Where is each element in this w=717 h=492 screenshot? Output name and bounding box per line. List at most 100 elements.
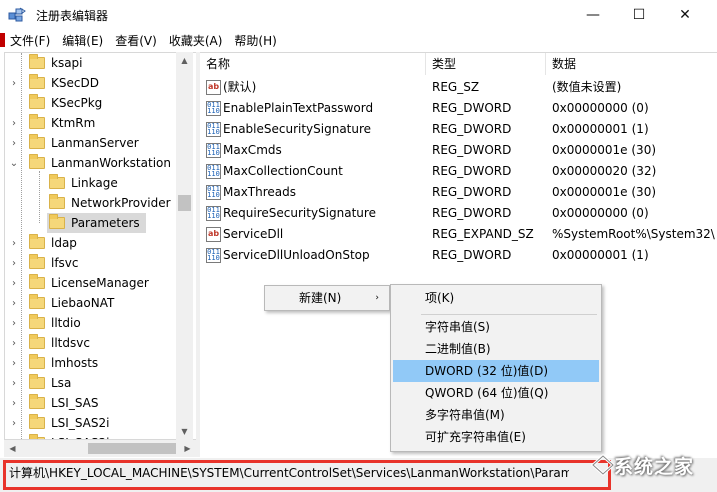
tree-item-label: LanmanWorkstation <box>51 156 171 170</box>
submenu-item[interactable]: 字符串值(S) <box>393 316 599 338</box>
tree-item[interactable]: Linkage <box>49 173 118 193</box>
close-button[interactable]: ✕ <box>662 0 708 30</box>
expand-chevron-icon[interactable]: › <box>9 298 19 309</box>
value-type-cell: REG_DWORD <box>432 101 512 115</box>
menu-view[interactable]: 查看(V) <box>109 30 163 52</box>
tree-item-label: ldap <box>51 236 77 250</box>
expand-chevron-icon[interactable]: › <box>9 418 19 429</box>
tree-item[interactable]: › lfsvc <box>12 253 79 273</box>
tree-item[interactable]: ›LSI_SAS3i <box>12 433 109 439</box>
value-data-cell: (数值未设置) <box>552 80 622 94</box>
value-type-cell: REG_EXPAND_SZ <box>432 227 534 241</box>
submenu-item[interactable]: 可扩充字符串值(E) <box>393 426 599 448</box>
registry-key-tree[interactable]: ksapi › KSecDD KSecPkg › KtmRm › LanmanServer ⌄ L… <box>4 52 196 440</box>
scroll-down-arrow-icon[interactable]: ▼ <box>176 423 193 440</box>
tree-item[interactable]: › KSecDD <box>12 73 99 93</box>
tree-item[interactable]: › lltdsvc <box>12 333 90 353</box>
value-row[interactable]: 011 110 EnablePlainTextPassword REG_DWORD 0x… <box>200 98 717 119</box>
minimize-button[interactable]: — <box>570 0 616 30</box>
context-menu-new[interactable]: 新建(N) › <box>267 287 387 309</box>
value-name-cell: ServiceDll <box>223 227 284 241</box>
tree-item[interactable]: › ldap <box>12 233 77 253</box>
expand-chevron-icon[interactable]: › <box>9 118 19 129</box>
submenu-item[interactable]: DWORD (32 位)值(D) <box>393 360 599 382</box>
tree-item[interactable]: › LiebaoNAT <box>12 293 114 313</box>
tree-item[interactable]: › LSI_SAS <box>12 393 99 413</box>
menu-edit[interactable]: 编辑(E) <box>56 30 109 52</box>
tree-item[interactable]: NetworkProvider <box>49 193 171 213</box>
tree-horizontal-scrollbar[interactable]: ◀ ▶ <box>4 440 196 457</box>
scroll-up-arrow-icon[interactable]: ▲ <box>176 52 193 69</box>
value-name-cell: (默认) <box>223 80 257 94</box>
submenu-item[interactable]: 二进制值(B) <box>393 338 599 360</box>
value-row[interactable]: ab (默认) REG_SZ (数值未设置) <box>200 77 717 98</box>
expand-chevron-icon[interactable]: › <box>9 398 19 409</box>
value-name-cell: MaxThreads <box>223 185 297 199</box>
value-row[interactable]: 011 110 ServiceDllUnloadOnStop REG_DWORD 0x0… <box>200 245 717 266</box>
expand-chevron-icon[interactable]: › <box>9 238 19 249</box>
value-row[interactable]: ab ServiceDll REG_EXPAND_SZ %SystemRoot%\Sy… <box>200 224 717 245</box>
menu-favorites[interactable]: 收藏夹(A) <box>163 30 229 52</box>
value-name-cell: MaxCollectionCount <box>223 164 343 178</box>
scroll-right-arrow-icon[interactable]: ▶ <box>179 440 196 457</box>
tree-guide-line <box>21 53 22 439</box>
string-value-icon: ab <box>206 227 221 242</box>
expand-chevron-icon[interactable]: › <box>9 258 19 269</box>
value-name-cell: MaxCmds <box>223 143 282 157</box>
tree-item[interactable]: › LSI_SAS2i <box>12 413 109 433</box>
value-name-cell: RequireSecuritySignature <box>223 206 376 220</box>
column-header-name[interactable]: 名称 <box>200 53 426 75</box>
folder-icon <box>29 154 45 169</box>
tree-item-label: Linkage <box>71 176 118 190</box>
folder-icon <box>29 254 45 269</box>
submenu-item-key[interactable]: 项(K) <box>393 287 599 309</box>
folder-icon <box>29 354 45 369</box>
value-row[interactable]: 011 110 MaxCmds REG_DWORD 0x0000001e (30) <box>200 140 717 161</box>
menu-file[interactable]: 文件(F) <box>4 30 56 52</box>
expand-chevron-icon[interactable]: › <box>9 278 19 289</box>
column-header-type[interactable]: 类型 <box>426 53 546 75</box>
tree-item[interactable]: ksapi <box>29 53 83 73</box>
scroll-left-arrow-icon[interactable]: ◀ <box>4 440 21 457</box>
tree-guide-line <box>39 171 40 223</box>
expand-chevron-icon[interactable]: › <box>9 318 19 329</box>
tree-item-label: LSI_SAS <box>51 396 99 410</box>
value-row[interactable]: 011 110 MaxCollectionCount REG_DWORD 0x00000… <box>200 161 717 182</box>
tree-scroll-thumb[interactable] <box>178 195 191 211</box>
expand-chevron-icon[interactable]: › <box>9 78 19 89</box>
close-icon: ✕ <box>679 7 691 23</box>
tree-hscroll-thumb[interactable] <box>88 443 176 454</box>
tree-item[interactable]: Parameters <box>47 213 146 233</box>
value-type-cell: REG_DWORD <box>432 164 512 178</box>
collapse-chevron-icon[interactable]: ⌄ <box>9 158 19 169</box>
maximize-button[interactable]: ☐ <box>616 0 662 30</box>
expand-chevron-icon[interactable]: › <box>9 338 19 349</box>
context-menu-new-label: 新建(N) <box>299 291 342 305</box>
tree-item[interactable]: ⌄ LanmanWorkstation <box>10 153 171 173</box>
tree-item[interactable]: › Lsa <box>12 373 71 393</box>
tree-item-label: lmhosts <box>51 356 99 370</box>
tree-item[interactable]: › lltdio <box>12 313 81 333</box>
column-header-data[interactable]: 数据 <box>546 53 717 75</box>
tree-item[interactable]: › KtmRm <box>12 113 95 133</box>
folder-icon <box>29 334 45 349</box>
tree-vertical-scrollbar[interactable]: ▲ ▼ <box>176 52 193 440</box>
value-row[interactable]: 011 110 RequireSecuritySignature REG_DWORD 0… <box>200 203 717 224</box>
value-row[interactable]: 011 110 MaxThreads REG_DWORD 0x0000001e (30) <box>200 182 717 203</box>
tree-item[interactable]: KSecPkg <box>29 93 102 113</box>
submenu-item[interactable]: 多字符串值(M) <box>393 404 599 426</box>
binary-value-icon: 011 110 <box>206 248 221 263</box>
expand-chevron-icon[interactable]: › <box>9 358 19 369</box>
watermark-text: 系统之家 <box>614 456 695 478</box>
tree-item[interactable]: › LicenseManager <box>12 273 149 293</box>
value-name-cell: EnableSecuritySignature <box>223 122 372 136</box>
expand-chevron-icon[interactable]: › <box>9 378 19 389</box>
submenu-item[interactable]: QWORD (64 位)值(Q) <box>393 382 599 404</box>
expand-chevron-icon[interactable]: › <box>9 138 19 149</box>
menu-help[interactable]: 帮助(H) <box>228 30 282 52</box>
tree-item-label: lfsvc <box>51 256 79 270</box>
tree-item[interactable]: › lmhosts <box>12 353 99 373</box>
context-menu: 新建(N) › <box>264 285 390 311</box>
tree-item[interactable]: › LanmanServer <box>12 133 139 153</box>
value-row[interactable]: 011 110 EnableSecuritySignature REG_DWORD 0x… <box>200 119 717 140</box>
